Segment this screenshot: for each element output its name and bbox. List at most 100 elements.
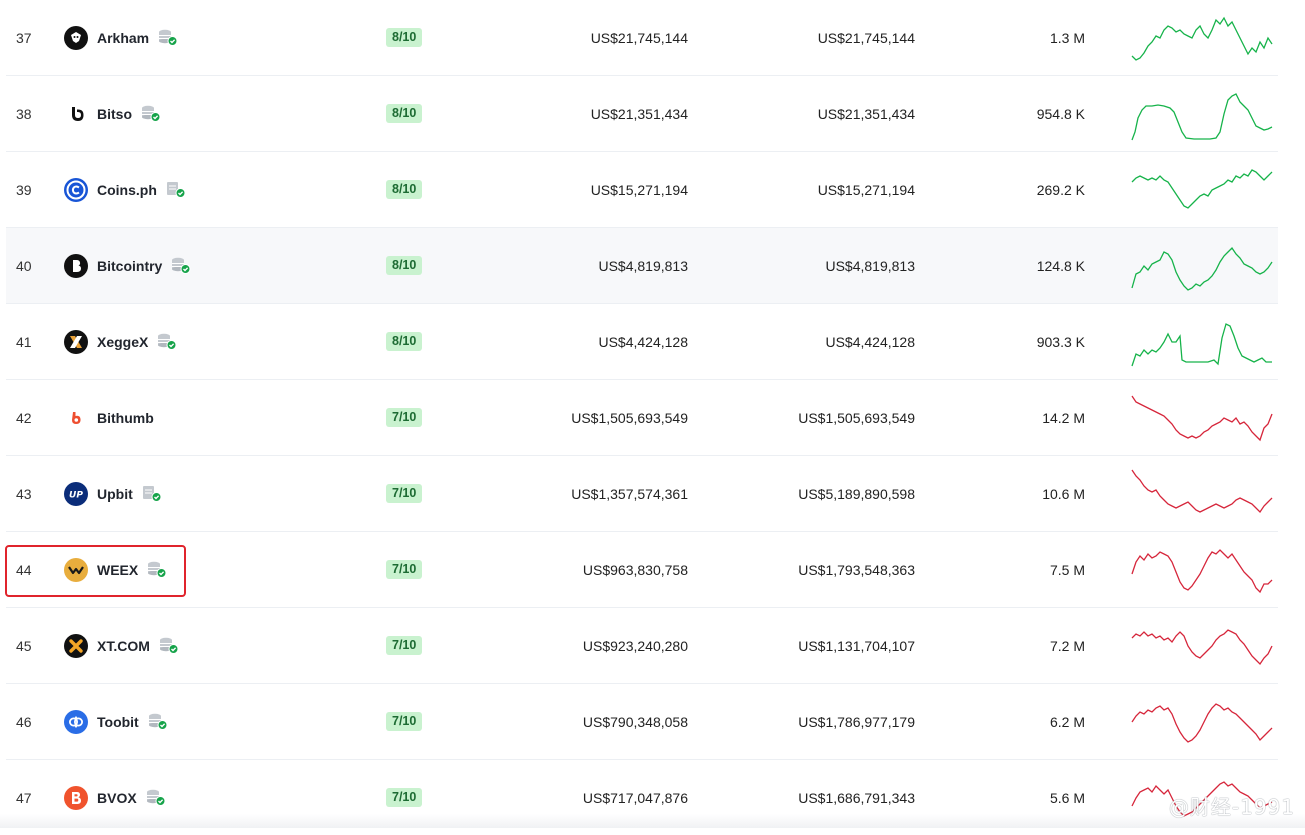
exchange-name-cell[interactable]: XT.COM [64, 608, 180, 683]
volume-normalized: US$4,819,813 [825, 257, 915, 274]
watermark: @财经-1991 [1168, 795, 1295, 819]
proof-of-reserves-icon[interactable] [140, 104, 162, 124]
rank: 40 [16, 257, 32, 274]
volume-24h: US$923,240,280 [582, 637, 688, 654]
sparkline-7d [1130, 532, 1275, 607]
volume-24h: US$1,357,574,361 [571, 485, 688, 502]
monthly-visits: 6.2 M [1049, 713, 1085, 730]
exchange-name[interactable]: XeggeX [97, 334, 148, 350]
table-row[interactable]: 41 XeggeX 8/10 US$4,424,128 US$4,424,128… [6, 304, 1278, 380]
trust-score: 8/10 [386, 152, 423, 227]
trust-score-badge: 8/10 [386, 104, 423, 123]
exchange-name[interactable]: Arkham [97, 30, 149, 46]
weex-logo-icon [64, 557, 88, 582]
trust-score-badge: 7/10 [386, 408, 423, 427]
xeggex-logo-icon [64, 329, 88, 354]
sparkline-7d [1130, 0, 1275, 75]
trust-score: 7/10 [386, 684, 423, 759]
monthly-visits: 14.2 M [1042, 409, 1085, 426]
proof-of-reserves-icon[interactable] [157, 28, 179, 48]
trust-score: 7/10 [386, 380, 423, 455]
toobit-logo-icon [64, 709, 88, 734]
bvox-logo-icon [64, 785, 88, 810]
exchange-name-cell[interactable]: Bitso [64, 76, 162, 151]
rank: 38 [16, 105, 32, 122]
volume-normalized: US$5,189,890,598 [798, 485, 915, 502]
proof-of-reserves-icon[interactable] [146, 560, 168, 580]
proof-of-reserves-icon[interactable] [165, 180, 187, 200]
trust-score: 8/10 [386, 76, 423, 151]
proof-of-reserves-icon[interactable] [147, 712, 169, 732]
monthly-visits: 124.8 K [1036, 257, 1085, 274]
rank: 37 [16, 29, 32, 46]
exchange-name[interactable]: Coins.ph [97, 182, 157, 198]
volume-normalized: US$15,271,194 [817, 181, 915, 198]
exchange-name[interactable]: BVOX [97, 790, 137, 806]
table-row[interactable]: 40 Bitcointry 8/10 US$4,819,813 US$4,819… [6, 228, 1278, 304]
trust-score: 8/10 [386, 0, 423, 75]
proof-of-reserves-icon[interactable] [156, 332, 178, 352]
exchange-name[interactable]: Bitso [97, 106, 132, 122]
proof-of-reserves-icon[interactable] [141, 484, 163, 504]
volume-24h: US$4,819,813 [598, 257, 688, 274]
trust-score: 7/10 [386, 456, 423, 531]
arkham-logo-icon [64, 25, 88, 50]
volume-normalized: US$1,786,977,179 [798, 713, 915, 730]
monthly-visits: 903.3 K [1036, 333, 1085, 350]
volume-normalized: US$4,424,128 [825, 333, 915, 350]
monthly-visits: 269.2 K [1036, 181, 1085, 198]
exchange-name[interactable]: Bithumb [97, 410, 154, 426]
sparkline-7d [1130, 608, 1275, 683]
exchange-name-cell[interactable]: Bitcointry [64, 228, 192, 303]
table-row[interactable]: 46 Toobit 7/10 US$790,348,058 US$1,786,9… [6, 684, 1278, 760]
rank: 43 [16, 485, 32, 502]
exchange-name-cell[interactable]: XeggeX [64, 304, 178, 379]
trust-score-badge: 7/10 [386, 712, 423, 731]
monthly-visits: 954.8 K [1036, 105, 1085, 122]
table-row[interactable]: 45 XT.COM 7/10 US$923,240,280 US$1,131,7… [6, 608, 1278, 684]
volume-normalized: US$1,793,548,363 [798, 561, 915, 578]
exchange-name[interactable]: Upbit [97, 486, 133, 502]
table-row[interactable]: 39 Coins.ph 8/10 US$15,271,194 US$15,271… [6, 152, 1278, 228]
table-row[interactable]: 37 Arkham 8/10 US$21,745,144 US$21,745,1… [6, 0, 1278, 76]
rank: 46 [16, 713, 32, 730]
bithumb-logo-icon [64, 405, 88, 430]
rank: 41 [16, 333, 32, 350]
table-row[interactable]: 42 Bithumb 7/10 US$1,505,693,549 US$1,50… [6, 380, 1278, 456]
volume-24h: US$790,348,058 [582, 713, 688, 730]
table-row[interactable]: 43 UP Upbit 7/10 US$1,357,574,361 US$5,1… [6, 456, 1278, 532]
proof-of-reserves-icon[interactable] [145, 788, 167, 808]
exchange-name[interactable]: Bitcointry [97, 258, 162, 274]
sparkline-7d [1130, 76, 1275, 151]
trust-score: 8/10 [386, 304, 423, 379]
trust-score: 7/10 [386, 532, 423, 607]
proof-of-reserves-icon[interactable] [158, 636, 180, 656]
rank: 44 [16, 561, 32, 578]
volume-normalized: US$1,505,693,549 [798, 409, 915, 426]
trust-score-badge: 8/10 [386, 180, 423, 199]
volume-24h: US$1,505,693,549 [571, 409, 688, 426]
exchange-name-cell[interactable]: UP Upbit [64, 456, 163, 531]
bitso-logo-icon [64, 101, 88, 126]
sparkline-7d [1130, 304, 1275, 379]
exchange-table: 37 Arkham 8/10 US$21,745,144 US$21,745,1… [6, 0, 1278, 835]
sparkline-7d [1130, 684, 1275, 759]
volume-24h: US$21,745,144 [590, 29, 688, 46]
exchange-name[interactable]: Toobit [97, 714, 139, 730]
exchange-name-cell[interactable]: WEEX [64, 532, 168, 607]
exchange-name[interactable]: XT.COM [97, 638, 150, 654]
exchange-name-cell[interactable]: Bithumb [64, 380, 154, 455]
table-row[interactable]: 44 WEEX 7/10 US$963,830,758 US$1,793,548… [6, 532, 1278, 608]
proof-of-reserves-icon[interactable] [170, 256, 192, 276]
trust-score-badge: 8/10 [386, 332, 423, 351]
exchange-name[interactable]: WEEX [97, 562, 138, 578]
exchange-name-cell[interactable]: Coins.ph [64, 152, 187, 227]
exchange-name-cell[interactable]: Toobit [64, 684, 169, 759]
svg-text:UP: UP [69, 490, 83, 500]
trust-score: 7/10 [386, 608, 423, 683]
sparkline-7d [1130, 228, 1275, 303]
coinsph-logo-icon [64, 177, 88, 202]
table-row[interactable]: 38 Bitso 8/10 US$21,351,434 US$21,351,43… [6, 76, 1278, 152]
exchange-name-cell[interactable]: Arkham [64, 0, 179, 75]
trust-score-badge: 7/10 [386, 484, 423, 503]
